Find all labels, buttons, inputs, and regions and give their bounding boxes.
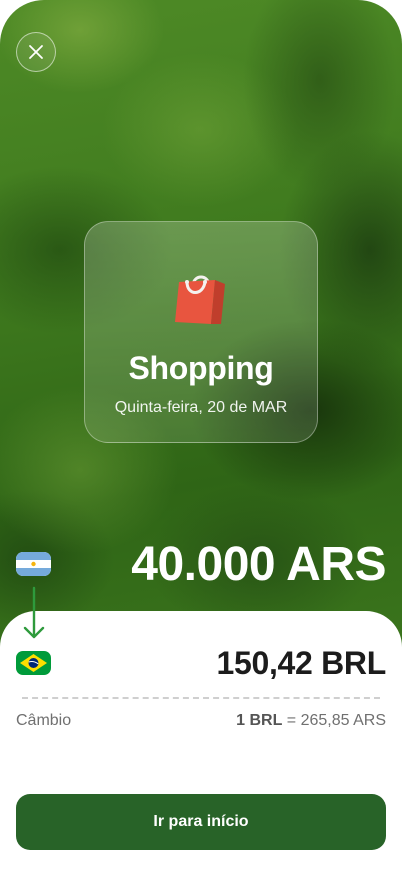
- close-icon: [29, 45, 43, 59]
- source-amount: 40.000 ARS: [131, 537, 386, 591]
- dashed-divider: [22, 697, 380, 699]
- transaction-receipt-screen: Shopping Quinta-feira, 20 de MAR 40.000 …: [0, 0, 402, 874]
- go-home-button[interactable]: Ir para início: [16, 794, 386, 850]
- rate-equals: =: [282, 712, 301, 729]
- close-button[interactable]: [16, 32, 56, 72]
- rate-base: 1 BRL: [236, 712, 283, 729]
- exchange-rate-row: Câmbio 1 BRL = 265,85 ARS: [16, 712, 386, 730]
- category-card: Shopping Quinta-feira, 20 de MAR: [84, 221, 318, 443]
- rate-value: 265,85 ARS: [300, 712, 386, 729]
- exchange-rate: 1 BRL = 265,85 ARS: [236, 712, 386, 730]
- shopping-bag-icon: [175, 275, 225, 324]
- argentina-flag-icon: [16, 552, 51, 576]
- transaction-date: Quinta-feira, 20 de MAR: [114, 399, 288, 416]
- exchange-label: Câmbio: [16, 712, 72, 729]
- source-amount-row: 40.000 ARS: [16, 536, 386, 592]
- arrow-down-icon: [23, 586, 45, 639]
- brazil-flag-icon: [16, 651, 51, 675]
- category-title: Shopping: [128, 350, 274, 386]
- target-amount: 150,42 BRL: [216, 644, 386, 681]
- target-amount-row: 150,42 BRL: [16, 640, 386, 686]
